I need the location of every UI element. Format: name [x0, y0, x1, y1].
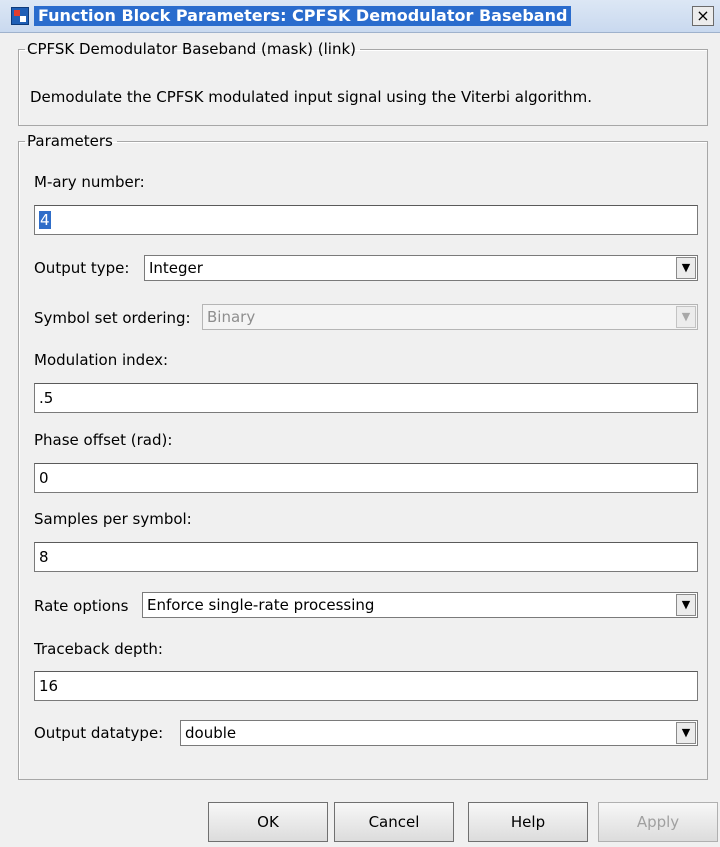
samples-per-symbol-field[interactable]: 8 — [34, 542, 698, 572]
phase-offset-field[interactable]: 0 — [34, 463, 698, 493]
cancel-button[interactable]: Cancel — [334, 802, 454, 842]
output-type-value: Integer — [149, 259, 203, 277]
title-bar: Function Block Parameters: CPFSK Demodul… — [0, 0, 720, 33]
phase-offset-label: Phase offset (rad): — [34, 431, 173, 449]
ok-button[interactable]: OK — [208, 802, 328, 842]
rate-options-value: Enforce single-rate processing — [147, 596, 375, 614]
m-ary-number-value: 4 — [39, 211, 51, 229]
m-ary-number-field[interactable]: 4 — [34, 205, 698, 235]
rate-options-label: Rate options — [34, 597, 129, 615]
apply-button: Apply — [598, 802, 718, 842]
window-title: Function Block Parameters: CPFSK Demodul… — [34, 6, 572, 26]
symbol-set-ordering-label: Symbol set ordering: — [34, 309, 191, 327]
chevron-down-icon: ▼ — [676, 594, 696, 616]
block-description-group: CPFSK Demodulator Baseband (mask) (link) — [18, 40, 708, 126]
block-description: Demodulate the CPFSK modulated input sig… — [30, 88, 592, 106]
symbol-set-ordering-select: Binary ▼ — [202, 304, 698, 330]
chevron-down-icon: ▼ — [676, 306, 696, 328]
m-ary-number-label: M-ary number: — [34, 173, 145, 191]
symbol-set-ordering-value: Binary — [207, 308, 256, 326]
parameters-group-title: Parameters — [27, 132, 113, 150]
output-datatype-label: Output datatype: — [34, 724, 164, 742]
output-type-label: Output type: — [34, 259, 130, 277]
modulation-index-field[interactable]: .5 — [34, 383, 698, 413]
chevron-down-icon: ▼ — [676, 257, 696, 279]
simulink-block-icon — [11, 7, 29, 25]
help-button[interactable]: Help — [468, 802, 588, 842]
samples-per-symbol-label: Samples per symbol: — [34, 510, 192, 528]
rate-options-select[interactable]: Enforce single-rate processing ▼ — [142, 592, 698, 618]
output-datatype-select[interactable]: double ▼ — [180, 720, 698, 746]
modulation-index-label: Modulation index: — [34, 351, 169, 369]
chevron-down-icon: ▼ — [676, 722, 696, 744]
traceback-depth-field[interactable]: 16 — [34, 671, 698, 701]
traceback-depth-label: Traceback depth: — [34, 640, 163, 658]
block-group-title: CPFSK Demodulator Baseband (mask) (link) — [27, 40, 357, 58]
close-button[interactable]: × — [692, 6, 714, 26]
output-datatype-value: double — [185, 724, 237, 742]
output-type-select[interactable]: Integer ▼ — [144, 255, 698, 281]
